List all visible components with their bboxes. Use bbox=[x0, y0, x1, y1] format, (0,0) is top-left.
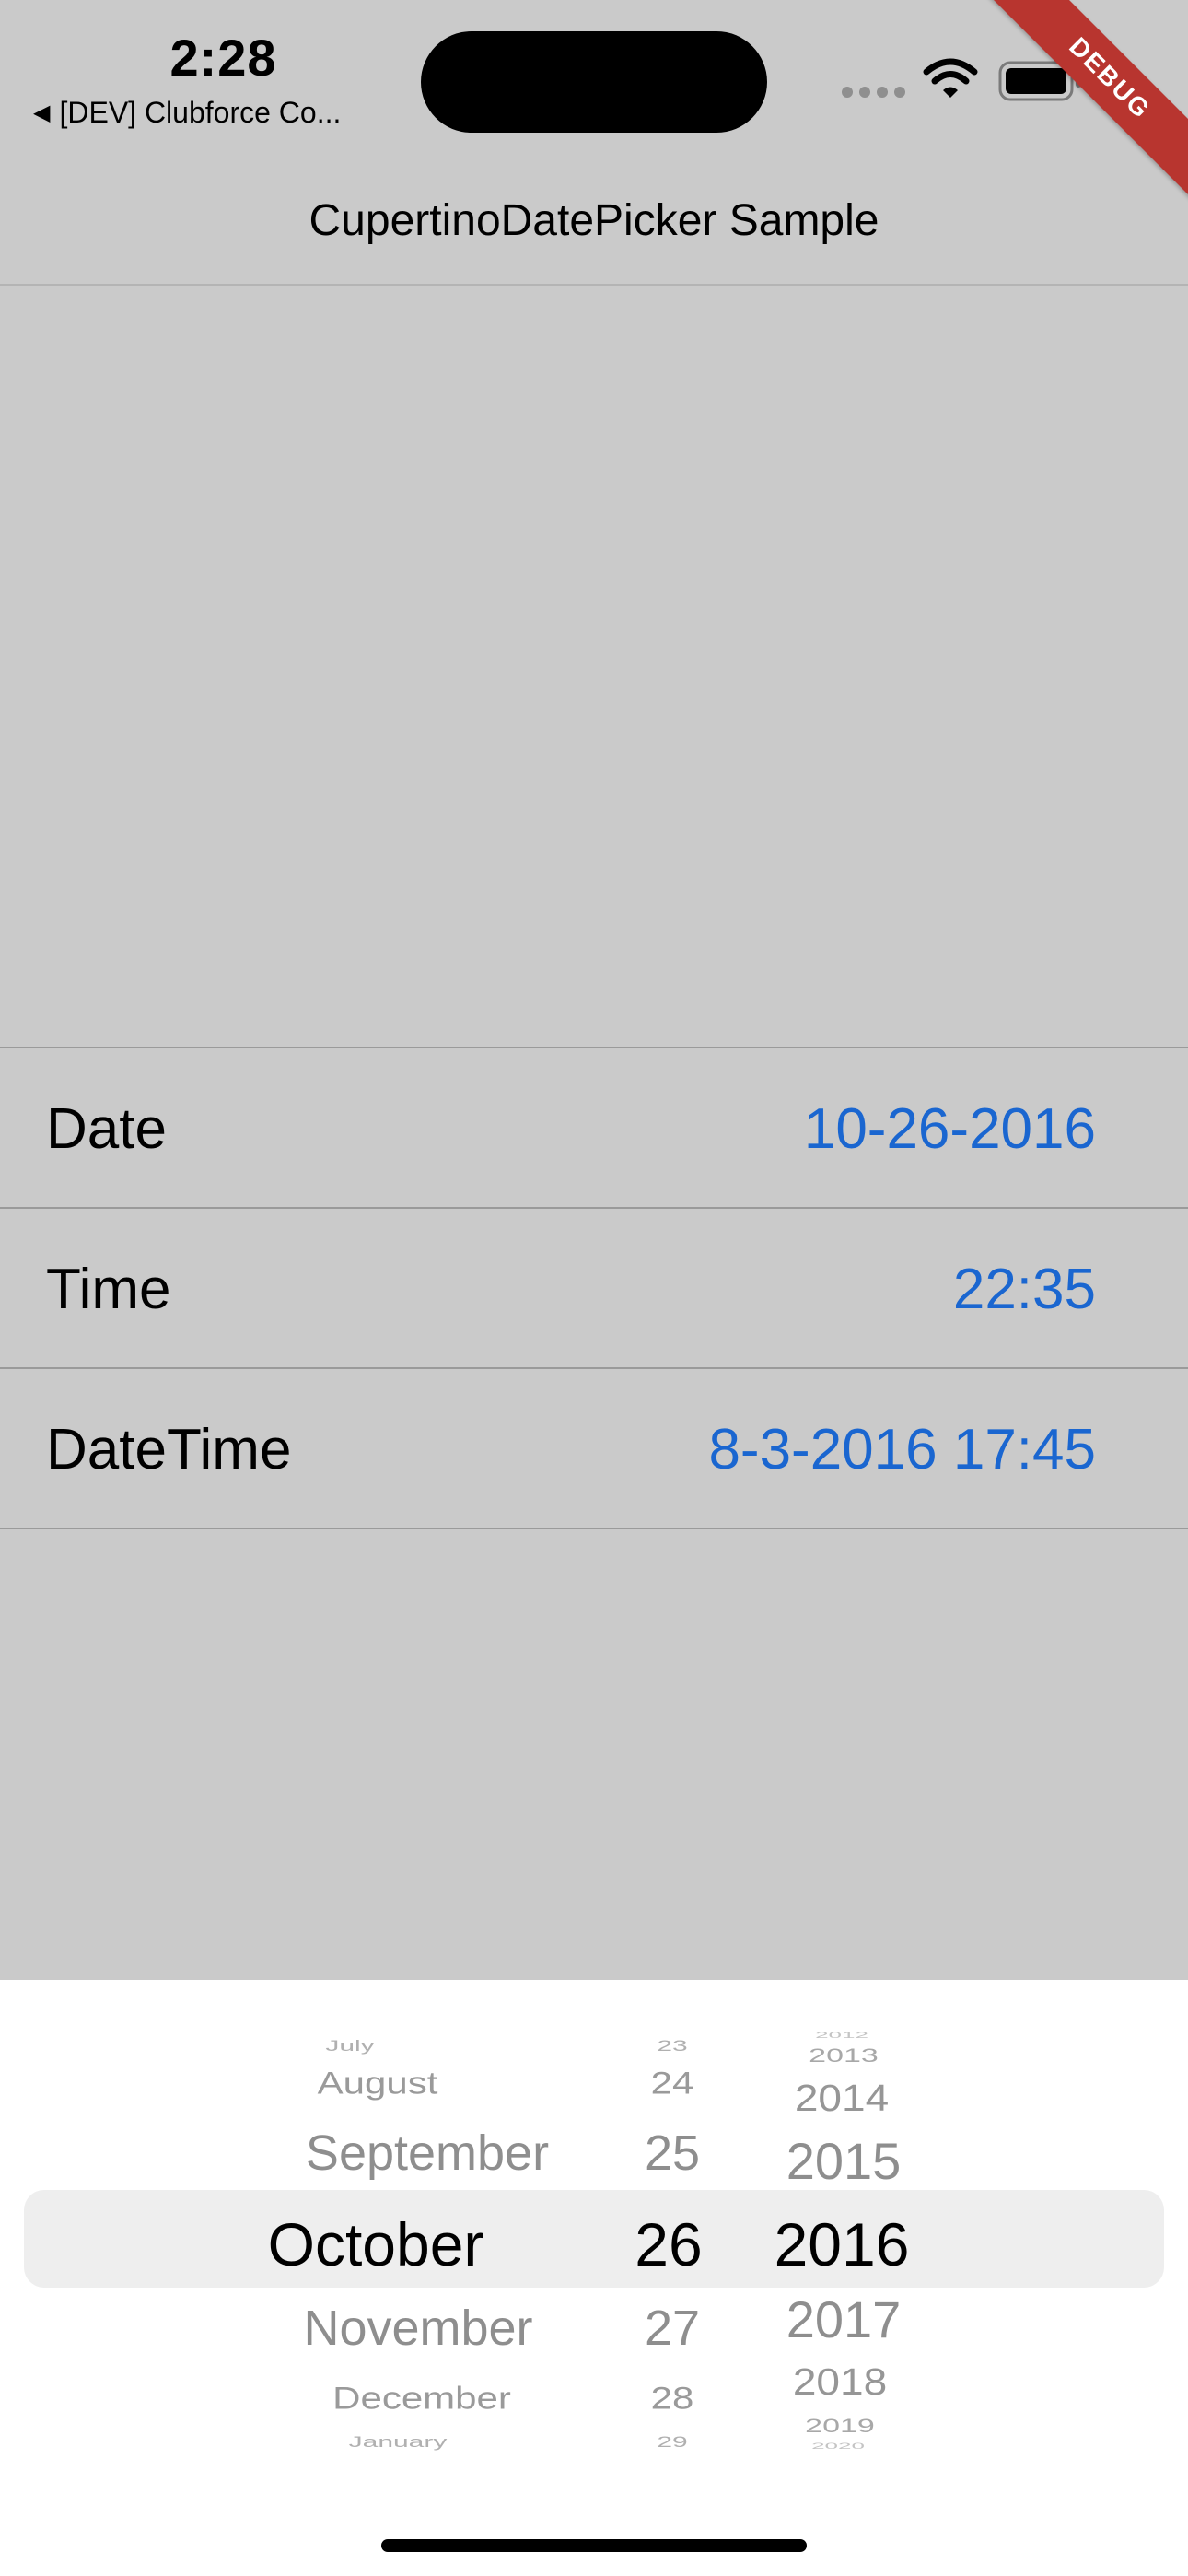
year-option[interactable]: 2017 bbox=[786, 2294, 902, 2346]
year-option[interactable]: 2018 bbox=[793, 2363, 887, 2400]
month-option[interactable]: September bbox=[306, 2128, 549, 2178]
home-indicator[interactable] bbox=[381, 2539, 807, 2552]
day-option[interactable]: 28 bbox=[651, 2382, 694, 2414]
month-option[interactable]: July bbox=[325, 2038, 374, 2055]
month-option[interactable]: January bbox=[349, 2434, 448, 2451]
year-option[interactable]: 2015 bbox=[786, 2136, 902, 2187]
status-time: 2:28 bbox=[169, 29, 277, 87]
month-option[interactable]: November bbox=[303, 2303, 532, 2353]
month-option[interactable]: August bbox=[318, 2067, 438, 2099]
back-app-label: [DEV] Clubforce Co... bbox=[59, 96, 342, 129]
year-option[interactable]: 2012 bbox=[815, 2031, 868, 2039]
time-label: Time bbox=[46, 1258, 171, 1321]
nav-title: CupertinoDatePicker Sample bbox=[309, 196, 879, 245]
cellular-signal-icon bbox=[842, 87, 905, 98]
date-label: Date bbox=[46, 1097, 167, 1161]
nav-divider bbox=[0, 284, 1188, 286]
year-option[interactable]: 2019 bbox=[805, 2416, 875, 2435]
year-selected[interactable]: 2016 bbox=[775, 2214, 910, 2275]
day-option[interactable]: 29 bbox=[657, 2434, 687, 2451]
year-option[interactable]: 2014 bbox=[795, 2079, 889, 2116]
day-option[interactable]: 25 bbox=[645, 2128, 700, 2178]
day-option[interactable]: 24 bbox=[651, 2067, 694, 2099]
datetime-label: DateTime bbox=[46, 1418, 292, 1481]
dynamic-island bbox=[421, 31, 767, 133]
month-selected[interactable]: October bbox=[268, 2214, 484, 2275]
back-to-app-link[interactable]: ◀ [DEV] Clubforce Co... bbox=[33, 96, 341, 130]
datetime-value-button[interactable]: 8-3-2016 17:45 bbox=[708, 1417, 1096, 1482]
back-triangle-icon: ◀ bbox=[33, 100, 51, 125]
month-option[interactable]: December bbox=[332, 2382, 511, 2414]
day-option[interactable]: 27 bbox=[645, 2303, 700, 2353]
debug-banner-label: DEBUG bbox=[983, 0, 1188, 205]
date-value-button[interactable]: 10-26-2016 bbox=[804, 1096, 1096, 1162]
year-option[interactable]: 2013 bbox=[809, 2045, 879, 2065]
day-option[interactable]: 23 bbox=[657, 2038, 687, 2055]
row-divider bbox=[0, 1528, 1188, 1529]
day-selected[interactable]: 26 bbox=[635, 2214, 702, 2275]
year-option[interactable]: 2020 bbox=[811, 2441, 865, 2450]
picker-selection-highlight bbox=[24, 2190, 1164, 2288]
time-value-button[interactable]: 22:35 bbox=[953, 1257, 1096, 1322]
